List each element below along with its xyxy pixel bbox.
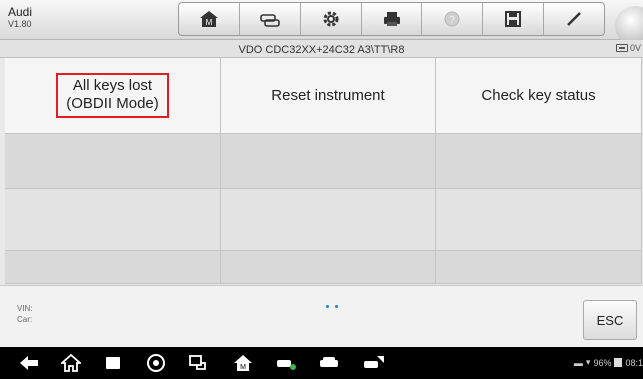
app-home-button[interactable]: M	[232, 352, 254, 374]
print-button[interactable]	[362, 3, 423, 35]
message-icon: ▬	[573, 357, 583, 368]
home-nav-icon	[61, 354, 81, 372]
help-button[interactable]: ?	[422, 3, 484, 35]
vehicle-path: VDO CDC32XX+24C32 A3\TT\R8	[238, 44, 405, 56]
function-label: Check key status	[481, 86, 596, 104]
wifi-icon: ▾	[585, 357, 591, 367]
brand-block: Audi V1.80	[8, 6, 68, 30]
browser-button[interactable]	[145, 352, 167, 374]
page-dot	[335, 305, 338, 308]
recent-apps-button[interactable]	[102, 352, 124, 374]
esc-button[interactable]: ESC	[583, 300, 637, 340]
selection-highlight: All keys lost (OBDII Mode)	[56, 73, 169, 118]
settings-button[interactable]	[301, 3, 362, 35]
page-indicator	[326, 305, 338, 308]
empty-cell	[5, 134, 221, 189]
info-footer: VIN: Car: ESC	[0, 285, 643, 347]
recent-apps-icon	[106, 357, 120, 369]
battery-status-icon	[614, 358, 623, 367]
voltage-indicator: 0V	[615, 43, 641, 53]
vehicle-service-icon	[364, 356, 384, 368]
vehicle-swap-icon	[259, 14, 280, 27]
print-icon	[383, 12, 400, 26]
brand-name: Audi	[8, 5, 33, 19]
function-check-key-status[interactable]: Check key status	[436, 58, 642, 134]
battery-level: 96%	[593, 357, 612, 368]
save-button[interactable]	[483, 3, 545, 35]
empty-cell	[436, 189, 642, 251]
tool-group: M ?	[178, 2, 605, 36]
empty-cell	[436, 134, 642, 189]
vehicle-button[interactable]	[318, 352, 340, 374]
system-nav-bar: M ▬ ▾ 96% 08:1	[0, 347, 643, 379]
path-bar: VDO CDC32XX+24C32 A3\TT\R8 0V	[0, 40, 643, 58]
empty-cell	[221, 251, 436, 284]
empty-cell	[5, 251, 221, 284]
back-button[interactable]	[18, 352, 40, 374]
page-dot	[326, 305, 329, 308]
edit-button[interactable]	[544, 3, 604, 35]
status-area: ▬ ▾ 96% 08:1	[574, 357, 643, 368]
settings-icon	[323, 11, 339, 27]
vehicle-swap-button[interactable]	[240, 3, 301, 35]
browser-icon	[147, 354, 165, 372]
empty-cell	[221, 189, 436, 251]
vehicle-data-button[interactable]	[276, 352, 298, 374]
back-icon	[20, 356, 38, 370]
vehicle-info: VIN: Car:	[17, 303, 33, 325]
app-home-icon: M	[234, 355, 252, 371]
svg-text:M: M	[240, 364, 246, 371]
empty-cell	[5, 189, 221, 251]
top-toolbar: Audi V1.80 M ?	[0, 0, 643, 46]
remote-icon	[189, 355, 206, 370]
home-nav-button[interactable]	[60, 352, 82, 374]
function-label: Reset instrument	[271, 86, 385, 104]
home-icon: M	[199, 11, 218, 27]
function-reset-instrument[interactable]: Reset instrument	[221, 58, 436, 134]
function-grid: All keys lost (OBDII Mode) Reset instrum…	[5, 58, 642, 284]
voltage-label: 0V	[629, 43, 641, 53]
vin-label: VIN:	[17, 304, 33, 313]
battery-icon	[615, 44, 628, 52]
save-icon	[505, 11, 522, 27]
edit-icon	[567, 12, 581, 26]
app-version: V1.80	[8, 19, 32, 29]
vehicle-service-button[interactable]	[363, 352, 385, 374]
function-label: All keys lost (OBDII Mode)	[66, 77, 159, 112]
car-label: Car:	[17, 315, 33, 324]
svg-text:M: M	[206, 18, 213, 27]
home-button[interactable]: M	[179, 3, 240, 35]
vehicle-data-icon	[277, 360, 296, 370]
empty-cell	[436, 251, 642, 284]
screen: Audi V1.80 M ? VDO CDC32XX+24C32 A3\TT\R…	[0, 0, 643, 379]
help-icon: ?	[444, 11, 460, 27]
car-icon	[320, 357, 338, 367]
empty-cell	[221, 134, 436, 189]
remote-button[interactable]	[187, 352, 209, 374]
svg-text:?: ?	[450, 15, 456, 26]
clock: 08:1	[625, 357, 643, 368]
function-all-keys-lost[interactable]: All keys lost (OBDII Mode)	[5, 58, 221, 134]
